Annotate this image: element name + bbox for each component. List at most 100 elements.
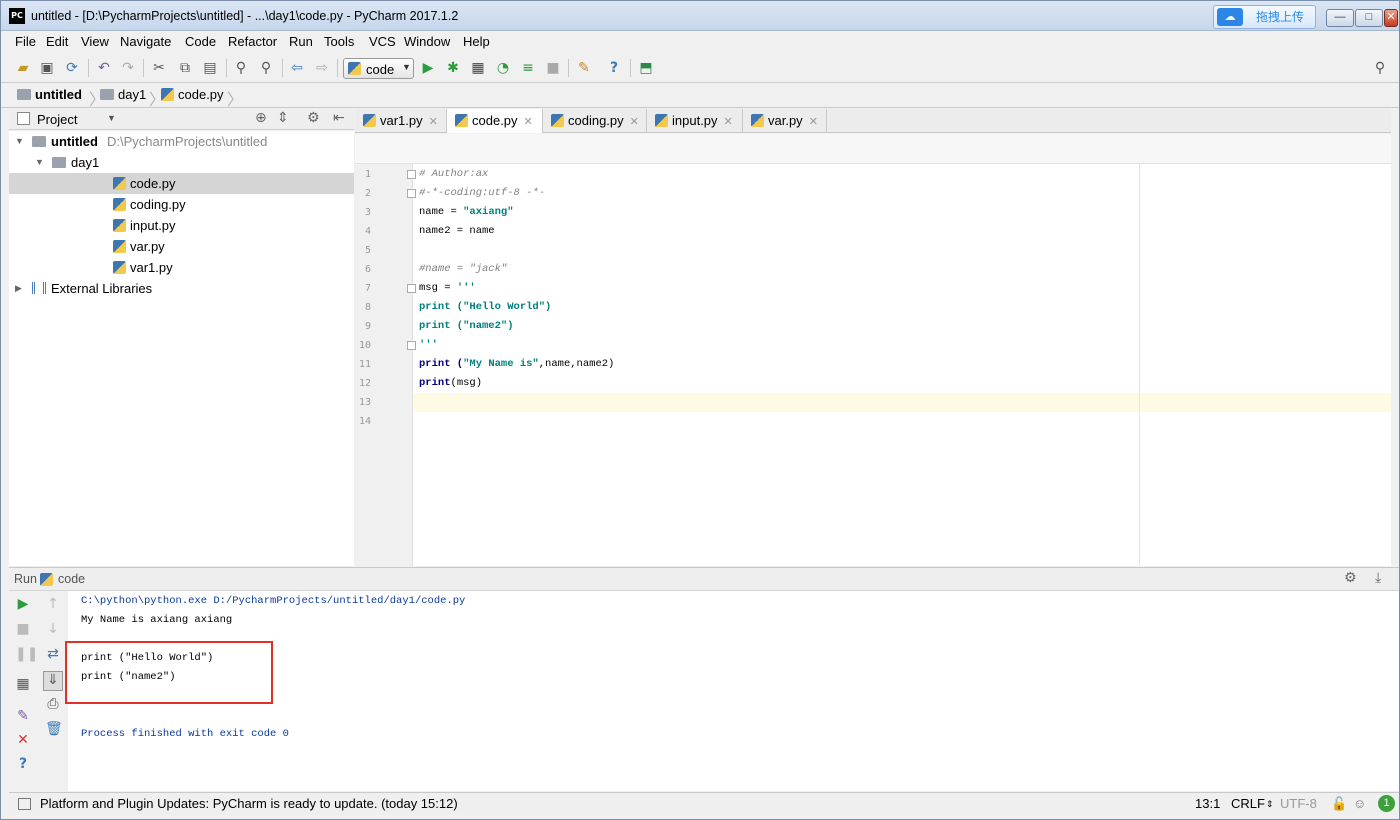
chevron-down-icon[interactable]: ▼ (107, 113, 116, 123)
fold-marker-icon[interactable] (407, 170, 416, 179)
editor-scrollbar[interactable] (1391, 109, 1399, 566)
tree-item[interactable]: code.py (9, 173, 354, 194)
pin-icon[interactable]: ✎ (15, 708, 31, 724)
menu-file[interactable]: File (15, 34, 36, 49)
pause-icon[interactable]: ❚❚ (15, 646, 38, 662)
close-tab-icon[interactable]: ✕ (429, 116, 438, 128)
minimize-button[interactable]: — (1326, 9, 1354, 27)
close-tab-icon[interactable]: ✕ (809, 116, 818, 128)
notifications-badge[interactable]: 1 (1378, 795, 1395, 812)
inspector-icon[interactable]: ☺ (1353, 796, 1366, 811)
tree-item[interactable]: var1.py (9, 257, 354, 278)
undo-icon[interactable]: ↶ (96, 60, 112, 76)
chevron-down-icon: ▼ (402, 62, 411, 72)
forward-icon[interactable]: ⇨ (314, 60, 330, 76)
tree-item[interactable]: ▼ day1 (9, 152, 354, 173)
arrow-down-icon[interactable]: ↓ (45, 621, 61, 637)
locate-file-icon[interactable]: ⊕ (255, 110, 267, 126)
concurrency-icon[interactable]: ≡ (520, 60, 536, 76)
toolbar-separator (143, 59, 144, 77)
maximize-button[interactable]: □ (1355, 9, 1383, 27)
tree-item[interactable]: ▶ External Libraries (9, 278, 354, 299)
menu-help[interactable]: Help (463, 34, 490, 49)
find-icon[interactable]: ⚲ (233, 60, 249, 76)
menu-tools[interactable]: Tools (324, 34, 354, 49)
gear-icon[interactable]: ⚙ (1344, 570, 1357, 586)
line-separator[interactable]: CRLF (1231, 796, 1265, 811)
menu-vcs[interactable]: VCS (369, 34, 396, 49)
breadcrumb-folder[interactable]: day1 (100, 87, 146, 102)
stop-icon[interactable]: ■ (15, 621, 31, 637)
chevron-right-icon[interactable]: ▶ (15, 278, 22, 299)
menu-edit[interactable]: Edit (46, 34, 68, 49)
project-view-select[interactable]: Project (37, 112, 77, 127)
replace-icon[interactable]: ⚲ (258, 60, 274, 76)
run-config-select[interactable]: code ▼ (343, 58, 414, 79)
layout-icon[interactable]: ▦ (15, 676, 31, 692)
fold-marker-icon[interactable] (407, 189, 416, 198)
tree-item[interactable]: coding.py (9, 194, 354, 215)
hide-panel-icon[interactable]: ⇤ (333, 110, 345, 126)
soft-wrap-icon[interactable]: ⇄ (45, 646, 61, 662)
rerun-icon[interactable]: ▶ (15, 596, 31, 612)
tab-coding-py[interactable]: coding.py ✕ (543, 109, 647, 133)
save-icon[interactable]: ▣ (39, 60, 55, 76)
back-icon[interactable]: ⇦ (289, 60, 305, 76)
fold-marker-icon[interactable] (407, 284, 416, 293)
menu-navigate[interactable]: Navigate (120, 34, 171, 49)
arrow-up-icon[interactable]: ↑ (45, 596, 61, 612)
tab-input-py[interactable]: input.py ✕ (647, 109, 743, 133)
tree-item[interactable]: var.py (9, 236, 354, 257)
vcs-icon[interactable]: ⬒ (638, 60, 654, 76)
tab-var1-py[interactable]: var1.py ✕ (355, 109, 447, 133)
fold-marker-icon[interactable] (407, 341, 416, 350)
close-icon[interactable]: ✕ (15, 732, 31, 748)
close-button[interactable]: ✕ (1384, 9, 1398, 27)
python-file-icon (113, 261, 126, 274)
menu-window[interactable]: Window (404, 34, 450, 49)
stop-icon[interactable]: ■ (545, 60, 561, 76)
breadcrumb-file[interactable]: code.py (161, 87, 224, 102)
sync-icon[interactable]: ⟳ (64, 60, 80, 76)
menu-run[interactable]: Run (289, 34, 313, 49)
tree-item[interactable]: input.py (9, 215, 354, 236)
tab-var-py[interactable]: var.py ✕ (743, 109, 827, 133)
open-folder-icon[interactable]: ▰ (15, 60, 31, 76)
profile-icon[interactable]: ◔ (495, 60, 511, 76)
settings-wrench-icon[interactable]: ✎ (576, 60, 592, 76)
close-tab-icon[interactable]: ✕ (630, 116, 639, 128)
copy-icon[interactable]: ⧉ (177, 60, 193, 76)
tab-code-py[interactable]: code.py ✕ (447, 109, 543, 133)
debug-icon[interactable]: ✱ (445, 60, 461, 76)
breadcrumb-project[interactable]: untitled (17, 87, 82, 102)
menu-view[interactable]: View (81, 34, 109, 49)
redo-icon[interactable]: ↷ (120, 60, 136, 76)
menu-code[interactable]: Code (185, 34, 216, 49)
run-icon[interactable]: ▶ (420, 60, 436, 76)
help-icon[interactable]: ? (15, 756, 31, 772)
status-message[interactable]: Platform and Plugin Updates: PyCharm is … (40, 796, 458, 811)
drag-upload-button[interactable]: ☁ 拖拽上传 (1213, 5, 1316, 29)
collapse-all-icon[interactable]: ⇕ (277, 110, 289, 126)
cut-icon[interactable]: ✂ (151, 60, 167, 76)
chevron-down-icon[interactable]: ▼ (35, 152, 44, 173)
tool-window-icon[interactable] (18, 798, 31, 810)
help-icon[interactable]: ? (606, 60, 622, 76)
file-encoding[interactable]: UTF-8 (1280, 796, 1317, 811)
run-config-tab[interactable]: code (58, 572, 85, 586)
hide-panel-icon[interactable]: ⤓ (1375, 570, 1381, 586)
menu-refactor[interactable]: Refactor (228, 34, 277, 49)
coverage-icon[interactable]: ▦ (470, 60, 486, 76)
close-tab-icon[interactable]: ✕ (724, 116, 733, 128)
chevron-down-icon[interactable]: ▼ (15, 131, 24, 152)
close-tab-icon[interactable]: ✕ (524, 116, 533, 128)
tree-item[interactable]: ▼ untitled D:\PycharmProjects\untitled (9, 131, 354, 152)
search-everywhere-icon[interactable]: ⚲ (1372, 60, 1388, 76)
paste-icon[interactable]: ▤ (202, 60, 218, 76)
lock-icon[interactable]: 🔓 (1331, 796, 1347, 812)
caret-position[interactable]: 13:1 (1195, 796, 1220, 811)
scroll-to-end-icon[interactable]: ⇓ (43, 671, 63, 691)
gear-icon[interactable]: ⚙ (307, 110, 320, 126)
trash-icon[interactable]: 🗑 (45, 721, 63, 737)
print-icon[interactable]: ⎙ (45, 696, 61, 712)
